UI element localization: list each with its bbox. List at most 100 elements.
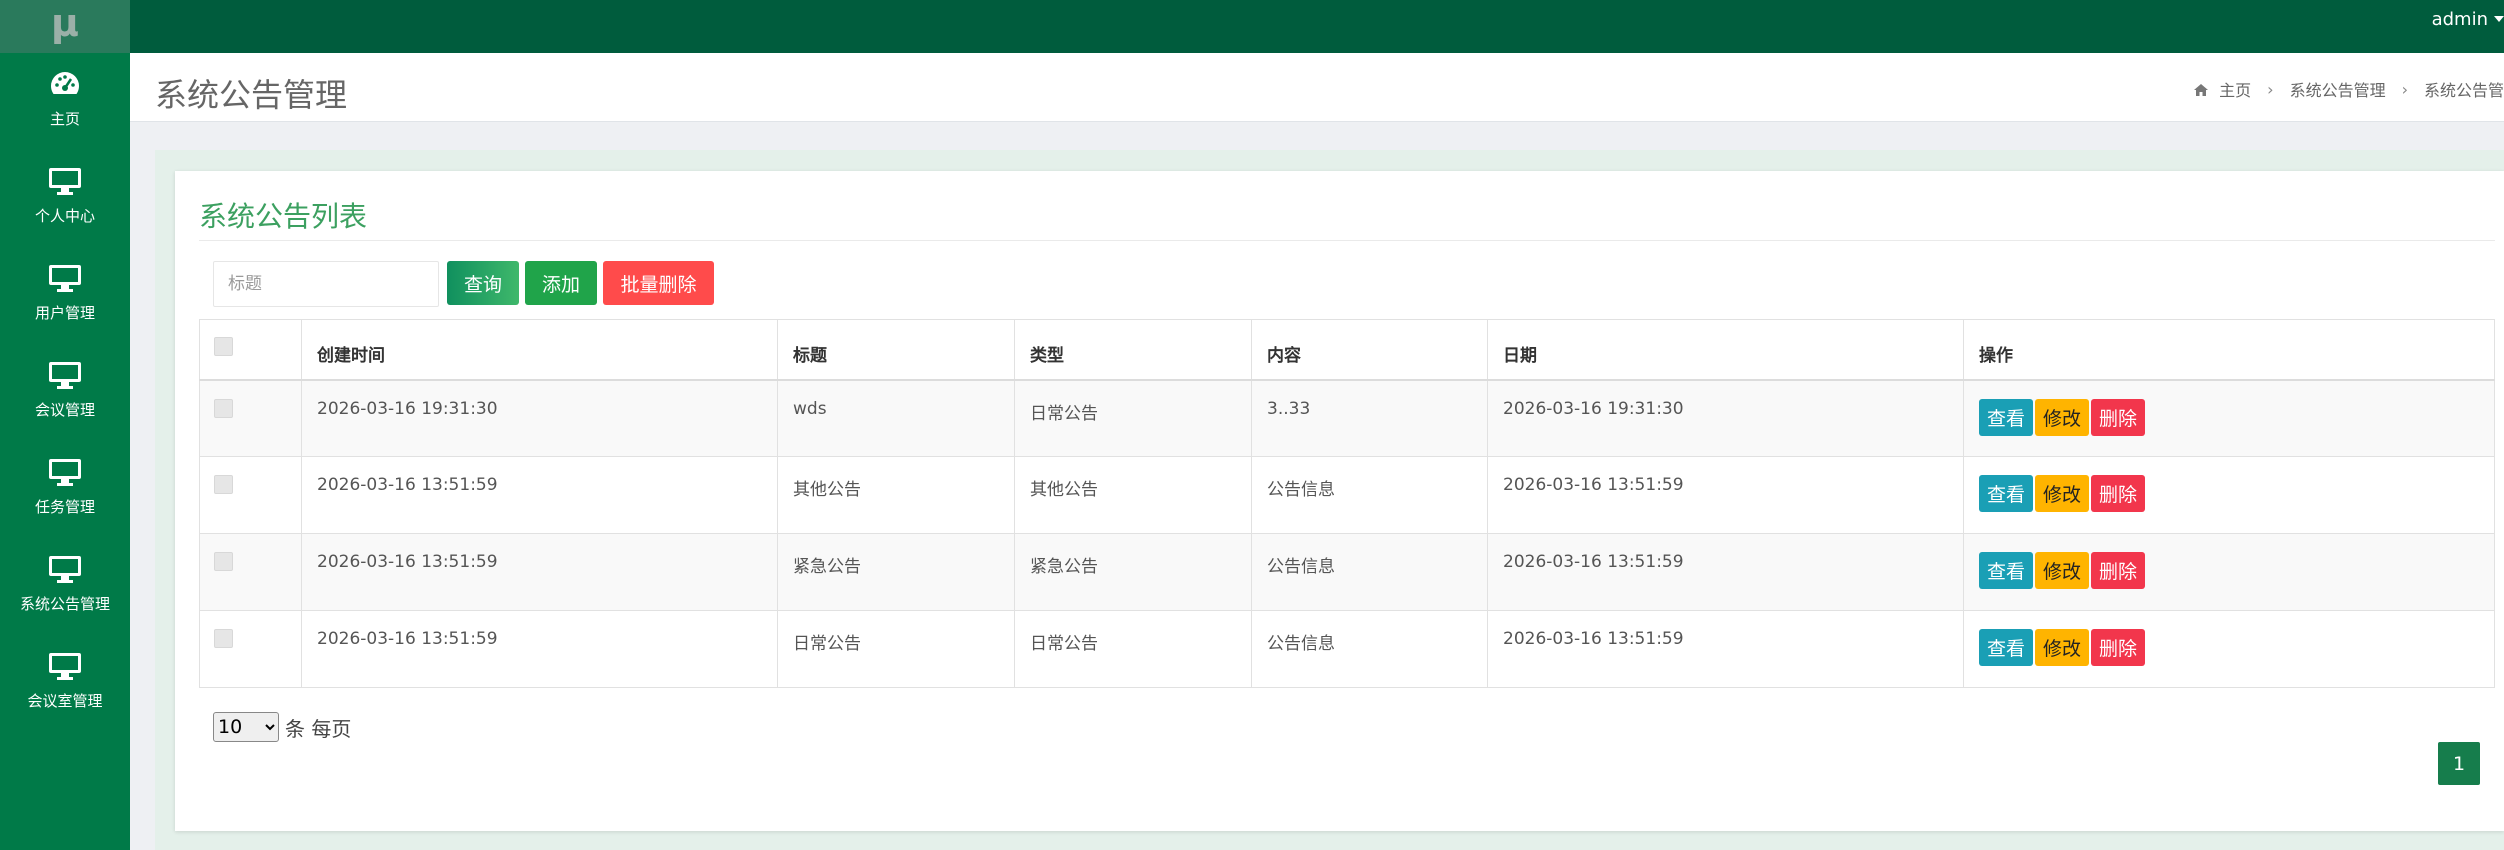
row-select-cell xyxy=(199,533,302,611)
title-search-input[interactable] xyxy=(213,261,439,307)
logo-mark: μ xyxy=(51,1,79,45)
list-card: 系统公告列表 查询 添加 批量删除 创建时间 标题 类型 内容 日期 操作 20… xyxy=(175,171,2504,831)
sidebar-item-label: 会议管理 xyxy=(34,401,95,419)
cell-actions: 查看 修改 删除 xyxy=(1963,456,2495,534)
row-checkbox[interactable] xyxy=(214,398,233,418)
user-menu[interactable]: admin xyxy=(2432,6,2504,32)
monitor-icon xyxy=(47,457,83,487)
dashboard-icon xyxy=(47,69,83,99)
cell-content: 3..33 xyxy=(1251,379,1488,457)
cell-content: 公告信息 xyxy=(1251,610,1488,688)
query-button[interactable]: 查询 xyxy=(447,261,519,305)
batch-delete-button[interactable]: 批量删除 xyxy=(603,261,714,305)
cell-type: 日常公告 xyxy=(1014,379,1252,457)
breadcrumb-level1[interactable]: 系统公告管理 xyxy=(2290,77,2386,101)
select-all-cell xyxy=(199,319,302,381)
add-button[interactable]: 添加 xyxy=(525,261,597,305)
row-select-cell xyxy=(199,456,302,534)
monitor-icon xyxy=(47,651,83,681)
monitor-icon xyxy=(47,554,83,584)
page-size-select[interactable]: 10 xyxy=(213,712,279,742)
sidebar-item-home[interactable]: 主页 xyxy=(0,53,130,150)
view-button[interactable]: 查看 xyxy=(1979,629,2034,666)
view-button[interactable]: 查看 xyxy=(1979,552,2034,589)
cell-created: 2026-03-16 13:51:59 xyxy=(301,533,778,611)
cell-title: wds xyxy=(777,379,1015,457)
row-checkbox[interactable] xyxy=(214,629,233,648)
monitor-icon xyxy=(47,360,83,390)
cell-title: 其他公告 xyxy=(777,456,1015,534)
row-checkbox[interactable] xyxy=(214,552,233,571)
sidebar-item-meetings[interactable]: 会议管理 xyxy=(0,344,130,441)
column-header-title[interactable]: 标题 xyxy=(777,319,1015,381)
row-actions: 查看 修改 删除 xyxy=(1979,629,2479,666)
column-header-date[interactable]: 日期 xyxy=(1487,319,1964,381)
edit-button[interactable]: 修改 xyxy=(2035,475,2090,512)
view-button[interactable]: 查看 xyxy=(1979,475,2034,512)
chevron-right-icon: › xyxy=(2401,79,2408,99)
cell-type: 紧急公告 xyxy=(1014,533,1252,611)
announcement-table: 创建时间 标题 类型 内容 日期 操作 2026-03-16 19:31:30 … xyxy=(199,319,2495,688)
cell-type: 日常公告 xyxy=(1014,610,1252,688)
page-size-control: 10 条 每页 xyxy=(213,712,351,742)
column-header-actions: 操作 xyxy=(1963,319,2495,381)
breadcrumb: 主页 › 系统公告管理 › 系统公告管 xyxy=(2193,77,2504,101)
cell-date: 2026-03-16 13:51:59 xyxy=(1487,456,1964,534)
edit-button[interactable]: 修改 xyxy=(2035,629,2090,666)
page-header: 系统公告管理 主页 › 系统公告管理 › 系统公告管 xyxy=(130,53,2504,122)
cell-title: 紧急公告 xyxy=(777,533,1015,611)
column-header-content[interactable]: 内容 xyxy=(1251,319,1488,381)
cell-created: 2026-03-16 19:31:30 xyxy=(301,379,778,457)
view-button[interactable]: 查看 xyxy=(1979,398,2034,436)
edit-button[interactable]: 修改 xyxy=(2035,398,2090,436)
user-name: admin xyxy=(2431,8,2488,30)
sidebar-item-tasks[interactable]: 任务管理 xyxy=(0,441,130,538)
select-all-checkbox[interactable] xyxy=(214,337,233,356)
monitor-icon xyxy=(47,263,83,293)
sidebar-item-users[interactable]: 用户管理 xyxy=(0,247,130,344)
pagination-page-1[interactable]: 1 xyxy=(2438,742,2480,785)
sidebar-item-profile[interactable]: 个人中心 xyxy=(0,150,130,247)
column-header-created[interactable]: 创建时间 xyxy=(301,319,778,381)
row-actions: 查看 修改 删除 xyxy=(1979,552,2479,589)
table-header-row: 创建时间 标题 类型 内容 日期 操作 xyxy=(199,319,2495,381)
page-title: 系统公告管理 xyxy=(155,76,348,114)
row-checkbox[interactable] xyxy=(214,475,233,494)
sidebar: 主页 个人中心 用户管理 会议管理 任务管理 系统公告管理 会议室管理 xyxy=(0,53,130,850)
delete-button[interactable]: 删除 xyxy=(2091,398,2146,436)
sidebar-item-label: 个人中心 xyxy=(34,207,95,225)
table-row: 2026-03-16 19:31:30 wds 日常公告 3..33 2026-… xyxy=(199,379,2495,457)
monitor-icon xyxy=(47,166,83,196)
sidebar-item-meeting-rooms[interactable]: 会议室管理 xyxy=(0,635,130,732)
cell-actions: 查看 修改 删除 xyxy=(1963,379,2495,457)
table-row: 2026-03-16 13:51:59 日常公告 日常公告 公告信息 2026-… xyxy=(199,610,2495,688)
cell-content: 公告信息 xyxy=(1251,456,1488,534)
home-icon xyxy=(2193,82,2209,96)
delete-button[interactable]: 删除 xyxy=(2091,475,2146,512)
caret-down-icon xyxy=(2494,16,2504,22)
sidebar-item-label: 主页 xyxy=(49,110,80,128)
cell-date: 2026-03-16 13:51:59 xyxy=(1487,610,1964,688)
row-actions: 查看 修改 删除 xyxy=(1979,398,2479,436)
row-actions: 查看 修改 删除 xyxy=(1979,475,2479,512)
table-row: 2026-03-16 13:51:59 其他公告 其他公告 公告信息 2026-… xyxy=(199,456,2495,534)
breadcrumb-home[interactable]: 主页 xyxy=(2219,77,2251,101)
breadcrumb-level2: 系统公告管 xyxy=(2423,81,2504,100)
sidebar-item-label: 系统公告管理 xyxy=(19,595,110,613)
delete-button[interactable]: 删除 xyxy=(2091,552,2146,589)
logo: μ xyxy=(0,0,130,53)
delete-button[interactable]: 删除 xyxy=(2091,629,2146,666)
card-title: 系统公告列表 xyxy=(199,200,368,233)
divider xyxy=(199,240,2495,241)
sidebar-item-label: 用户管理 xyxy=(34,304,95,322)
cell-date: 2026-03-16 13:51:59 xyxy=(1487,533,1964,611)
cell-title: 日常公告 xyxy=(777,610,1015,688)
table-row: 2026-03-16 13:51:59 紧急公告 紧急公告 公告信息 2026-… xyxy=(199,533,2495,611)
row-select-cell xyxy=(199,610,302,688)
page-size-suffix: 条 每页 xyxy=(285,716,352,741)
cell-actions: 查看 修改 删除 xyxy=(1963,610,2495,688)
row-select-cell xyxy=(199,379,302,457)
column-header-type[interactable]: 类型 xyxy=(1014,319,1252,381)
sidebar-item-announcements[interactable]: 系统公告管理 xyxy=(0,538,130,635)
edit-button[interactable]: 修改 xyxy=(2035,552,2090,589)
